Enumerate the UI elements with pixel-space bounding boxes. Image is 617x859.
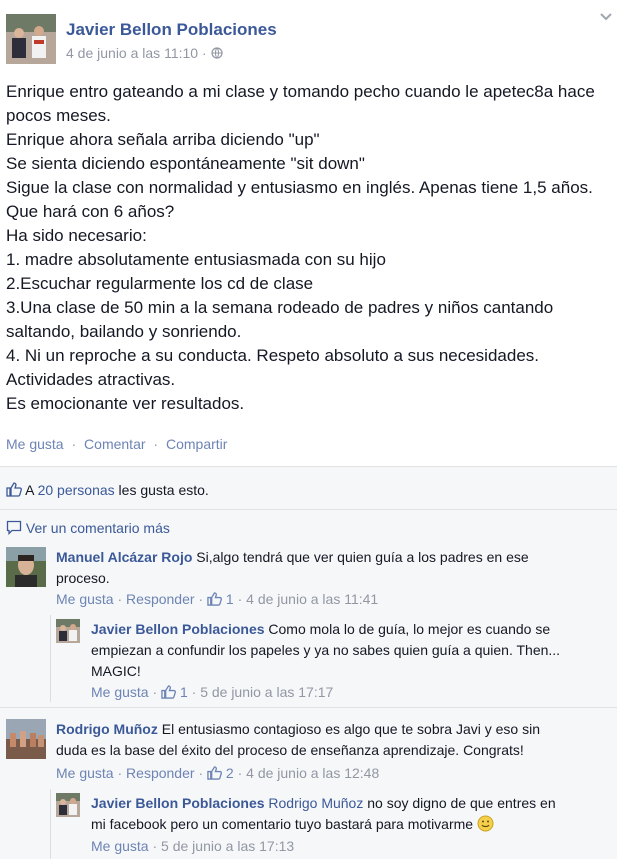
comment-actions: Me gusta · 5 de junio a las 17:13 (91, 838, 294, 854)
post-meta: 4 de junio a las 11:10 · (66, 45, 223, 61)
comment-timestamp[interactable]: 5 de junio a las 17:13 (161, 838, 294, 854)
separator: · (198, 591, 204, 607)
comment-timestamp[interactable]: 4 de junio a las 12:48 (246, 765, 379, 781)
like-button[interactable]: Me gusta (91, 838, 149, 854)
avatar[interactable] (56, 793, 80, 817)
smiley-emoji-icon (477, 815, 494, 832)
thumbs-up-icon (6, 482, 22, 497)
comment-button[interactable]: Comentar (84, 436, 145, 452)
separator: · (117, 765, 123, 781)
thumbs-up-icon (207, 592, 222, 606)
comment-line: El entusiasmo contagioso es algo que te … (161, 721, 540, 737)
reply-button[interactable]: Responder (126, 765, 195, 781)
comment-text: Manuel Alcázar Rojo Si,algo tendrá que v… (56, 547, 611, 589)
separator: · (237, 765, 243, 781)
comment-timestamp[interactable]: 5 de junio a las 17:17 (200, 684, 333, 700)
speech-bubble-icon (6, 520, 22, 536)
post-line: Que hará con 6 años? (6, 202, 175, 221)
post-line: Se sienta diciendo espontáneamente "sit … (6, 154, 365, 173)
comment-line: Si,algo tendrá que ver quien guía a los … (196, 549, 529, 565)
likes-summary: A 20 personas les gusta esto. (6, 481, 209, 498)
like-count[interactable]: 2 (226, 765, 234, 781)
author-avatar[interactable] (6, 14, 56, 64)
comment-line: empiezan a confundir los papeles y ya no… (91, 642, 561, 658)
post-line: Sigue la clase con normalidad y entusias… (6, 178, 593, 197)
divider (0, 509, 617, 510)
meta-separator: · (201, 45, 211, 61)
like-button[interactable]: Me gusta (6, 436, 64, 452)
post-line: 4. Ni un reproche a su conducta. Respeto… (6, 346, 540, 365)
post-line: Ha sido necesario: (6, 226, 147, 245)
reply-button[interactable]: Responder (126, 591, 195, 607)
separator: · (198, 765, 204, 781)
comment-line: duda es la base del éxito del proceso de… (56, 742, 524, 758)
comment-actions: Me gusta · 1 · 5 de junio a las 17:17 (91, 684, 333, 700)
reply: Javier Bellon Poblaciones Rodrigo Muñoz … (56, 793, 611, 855)
post-line: 3.Una clase de 50 min a la semana rodead… (6, 298, 554, 317)
share-button[interactable]: Compartir (166, 436, 227, 452)
comment-line: proceso. (56, 570, 110, 586)
post-line: 2.Escuchar regularmente los cd de clase (6, 274, 314, 293)
avatar[interactable] (56, 619, 80, 643)
separator: · (117, 591, 123, 607)
thumbs-up-icon (207, 766, 222, 780)
comment-author[interactable]: Javier Bellon Poblaciones (91, 795, 265, 811)
thumbs-up-icon (161, 685, 177, 699)
post-line: 1. madre absolutamente entusiasmada con … (6, 250, 386, 269)
comments-panel: A 20 personas les gusta esto. Ver un com… (0, 466, 617, 859)
view-more-comments-link[interactable]: Ver un comentario más (6, 520, 170, 536)
comment-actions: Me gusta · Responder · 2 · 4 de junio a … (56, 765, 379, 781)
comment-author[interactable]: Manuel Alcázar Rojo (56, 549, 192, 565)
separator: · (237, 591, 243, 607)
comment-text: Rodrigo Muñoz El entusiasmo contagioso e… (56, 719, 611, 761)
like-button[interactable]: Me gusta (56, 765, 114, 781)
comment-line: MAGIC! (91, 663, 141, 679)
comment-author[interactable]: Javier Bellon Poblaciones (91, 621, 265, 637)
post-line: Enrique entro gateando a mi clase y toma… (6, 82, 595, 101)
globe-icon (210, 47, 223, 59)
separator: · (153, 436, 159, 452)
like-button[interactable]: Me gusta (56, 591, 114, 607)
post-line: Enrique ahora señala arriba diciendo "up… (6, 130, 320, 149)
comment-text: Javier Bellon Poblaciones Rodrigo Muñoz … (91, 793, 611, 835)
comment-actions: Me gusta · Responder · 1 · 4 de junio a … (56, 591, 378, 607)
post-line: saltando, bailando y sonriendo. (6, 322, 242, 341)
comment: Rodrigo Muñoz El entusiasmo contagioso e… (6, 719, 611, 789)
post-line: Actividades atractivas. (6, 370, 176, 389)
post-actions: Me gusta · Comentar · Compartir (6, 436, 227, 452)
like-button[interactable]: Me gusta (91, 684, 149, 700)
comment-timestamp[interactable]: 4 de junio a las 11:41 (246, 591, 378, 607)
post-line: pocos meses. (6, 106, 111, 125)
post-timestamp[interactable]: 4 de junio a las 11:10 (66, 45, 198, 61)
chevron-down-icon[interactable] (599, 12, 613, 22)
comment-line: no soy digno de que entres en (367, 795, 556, 811)
reply-thread-line (50, 789, 51, 859)
post-author-name[interactable]: Javier Bellon Poblaciones (66, 20, 277, 40)
avatar[interactable] (6, 719, 46, 759)
likes-suffix: les gusta esto. (114, 482, 209, 498)
separator: · (152, 838, 158, 854)
comment-line: mi facebook pero un comentario tuyo bast… (91, 816, 474, 832)
mention-link[interactable]: Rodrigo Muñoz (268, 795, 363, 811)
likes-people-link[interactable]: 20 personas (38, 482, 115, 498)
post-body: Enrique entro gateando a mi clase y toma… (6, 80, 614, 416)
avatar[interactable] (6, 547, 46, 587)
post-line: Es emocionante ver resultados. (6, 394, 245, 413)
separator: · (191, 684, 197, 700)
separator: · (71, 436, 77, 452)
view-more-label: Ver un comentario más (25, 520, 170, 536)
comment-author[interactable]: Rodrigo Muñoz (56, 721, 158, 737)
divider (0, 707, 617, 708)
like-count[interactable]: 1 (180, 684, 188, 700)
comment-line: Como mola lo de guía, lo mejor es cuando… (268, 621, 551, 637)
like-count[interactable]: 1 (226, 591, 234, 607)
comment-text: Javier Bellon Poblaciones Como mola lo d… (91, 619, 611, 682)
likes-prefix: A (25, 482, 38, 498)
comment: Manuel Alcázar Rojo Si,algo tendrá que v… (6, 547, 611, 617)
post: Javier Bellon Poblaciones 4 de junio a l… (0, 0, 617, 466)
separator: · (152, 684, 158, 700)
reply: Javier Bellon Poblaciones Como mola lo d… (56, 619, 611, 700)
reply-thread-line (50, 615, 51, 702)
